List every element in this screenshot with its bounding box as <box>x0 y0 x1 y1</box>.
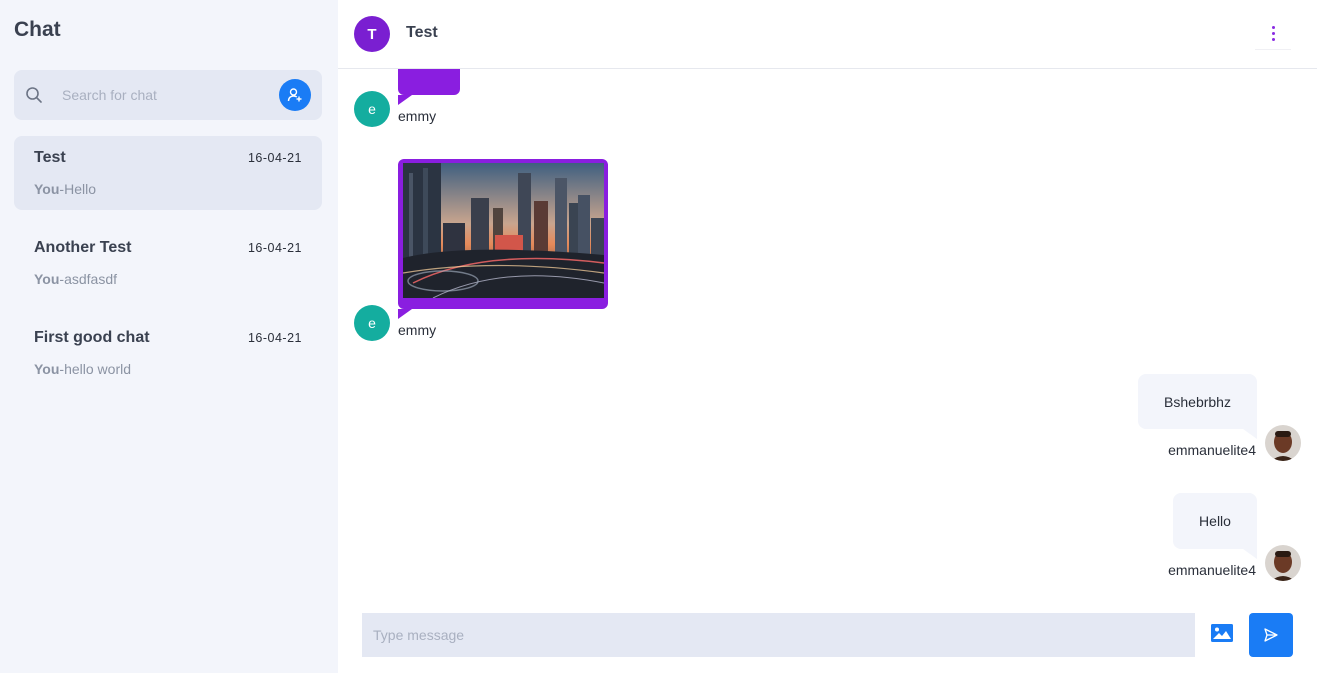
sidebar-title: Chat <box>14 18 61 41</box>
preview-text: asdfasdf <box>64 271 118 287</box>
chat-name: First good chat <box>34 329 150 346</box>
chat-avatar: T <box>354 16 390 52</box>
message-text: Hello <box>1199 513 1231 529</box>
sender-name: emmy <box>398 322 437 338</box>
kebab-dot <box>1271 38 1275 41</box>
preview-author: You <box>34 361 60 377</box>
city-skyline-photo <box>403 163 604 298</box>
new-chat-button[interactable] <box>279 79 311 111</box>
message-text: Bshebrbhz <box>1164 393 1231 410</box>
send-button[interactable] <box>1249 613 1293 657</box>
preview-author: You <box>34 271 60 287</box>
bubble-tail <box>398 95 412 105</box>
add-user-icon <box>287 88 302 102</box>
sidebar: Chat Test 16-04-21 You-Hello Another Tes… <box>0 0 338 673</box>
kebab-dot <box>1271 32 1275 35</box>
user-avatar <box>1265 425 1301 461</box>
message-input[interactable] <box>362 613 1195 657</box>
chat-list-item-another-test[interactable]: Another Test 16-04-21 You-asdfasdf <box>14 226 322 300</box>
chat-list-item-first-good-chat[interactable]: First good chat 16-04-21 You-hello world <box>14 316 322 390</box>
chat-preview: You-hello world <box>34 361 131 377</box>
bubble-tail <box>1243 549 1257 559</box>
message-list: hi e emmy <box>338 69 1317 599</box>
image-upload-icon[interactable] <box>1210 623 1234 643</box>
chat-list-item-test[interactable]: Test 16-04-21 You-Hello <box>14 136 322 210</box>
preview-text: hello world <box>64 361 132 377</box>
preview-author: You <box>34 181 60 197</box>
bubble-tail <box>398 309 412 319</box>
chat-date: 16-04-21 <box>247 151 302 165</box>
search-bar <box>14 70 322 120</box>
message-bubble: Hello <box>1173 493 1257 549</box>
message-text: hi <box>398 69 460 70</box>
message-bubble: Bshebrbhz <box>1138 374 1257 429</box>
sender-avatar: e <box>354 305 390 341</box>
chat-name: Test <box>34 149 66 166</box>
chat-date: 16-04-21 <box>247 241 302 255</box>
chat-preview: You-Hello <box>34 181 96 197</box>
chat-title: Test <box>406 24 438 41</box>
sender-name: emmy <box>398 108 437 124</box>
image-message-bubble[interactable] <box>398 159 608 309</box>
kebab-menu-icon <box>1271 26 1275 29</box>
chat-name: Another Test <box>34 239 132 256</box>
send-icon <box>1264 628 1278 642</box>
bubble-tail <box>1243 429 1257 439</box>
search-icon <box>26 87 42 103</box>
message-composer <box>338 599 1317 673</box>
more-options-button[interactable] <box>1255 18 1291 50</box>
user-avatar <box>1265 545 1301 581</box>
message-bubble: hi <box>398 69 460 95</box>
chat-preview: You-asdfasdf <box>34 271 117 287</box>
chat-date: 16-04-21 <box>247 331 302 345</box>
search-input[interactable] <box>62 82 262 108</box>
sender-name: emmanuelite4 <box>1168 442 1256 458</box>
preview-text: Hello <box>64 181 96 197</box>
chat-header: T Test <box>338 0 1317 69</box>
sender-name: emmanuelite4 <box>1168 562 1256 578</box>
sender-avatar: e <box>354 91 390 127</box>
